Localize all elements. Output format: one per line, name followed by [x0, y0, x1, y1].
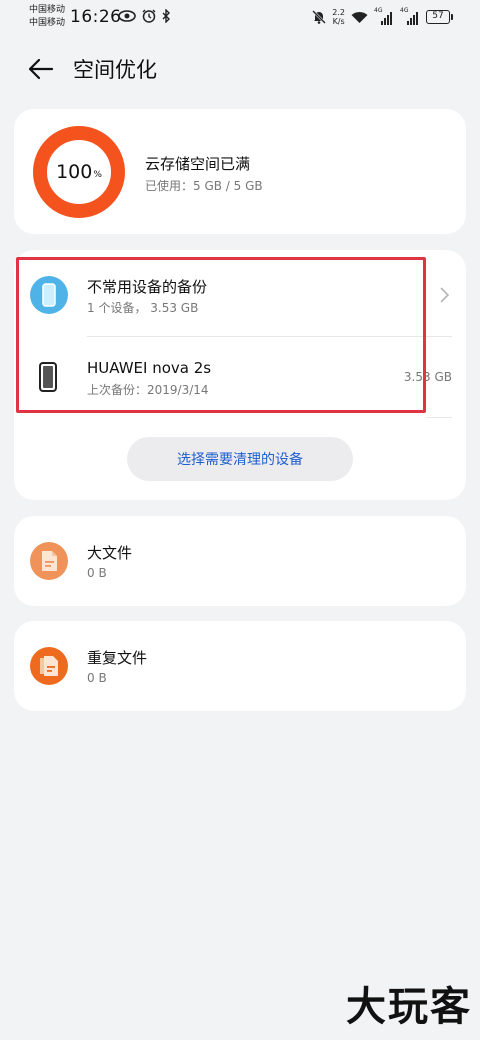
- unused-backups-row[interactable]: 不常用设备的备份 1 个设备， 3.53 GB: [14, 250, 466, 338]
- signal-2-label: 4G: [400, 7, 409, 14]
- storage-percent-unit: %: [93, 169, 102, 180]
- signal-1-label: 4G: [374, 7, 383, 14]
- phone-device-icon: [39, 362, 57, 392]
- big-files-size: 0 B: [87, 566, 107, 580]
- device-group-icon: [30, 276, 68, 314]
- device-size: 3.53 GB: [403, 370, 452, 384]
- storage-card: 100% 云存储空间已满 已使用：5 GB / 5 GB: [14, 109, 466, 234]
- select-devices-button[interactable]: 选择需要清理的设备: [127, 437, 353, 481]
- phone-icon: [42, 283, 56, 307]
- duplicate-file-icon: [30, 647, 68, 685]
- mute-icon: [312, 10, 327, 24]
- unused-backups-title: 不常用设备的备份: [87, 278, 208, 296]
- status-right-icons: 2.2 K/s 4G 4G 57: [312, 7, 453, 26]
- row-divider-2: [426, 417, 452, 418]
- wifi-icon: [351, 11, 368, 23]
- storage-percent: 100%: [32, 125, 126, 219]
- row-divider: [87, 336, 452, 337]
- big-files-title: 大文件: [87, 544, 133, 562]
- duplicate-files-title: 重复文件: [87, 649, 148, 667]
- signal-2: 4G: [400, 7, 420, 25]
- carrier-label-2: 中国移动: [29, 18, 66, 28]
- signal-1: 4G: [374, 7, 394, 25]
- net-speed-unit: K/s: [332, 17, 345, 26]
- bluetooth-icon: [162, 9, 170, 23]
- eye-icon: [118, 10, 136, 22]
- storage-percent-value: 100: [56, 161, 93, 183]
- watermark-logo: 大玩客: [346, 983, 472, 1030]
- network-speed: 2.2 K/s: [332, 8, 345, 26]
- device-last-backup: 上次备份：2019/3/14: [87, 383, 209, 397]
- storage-usage: 已使用：5 GB / 5 GB: [145, 179, 263, 193]
- unused-backups-sub: 1 个设备， 3.53 GB: [87, 301, 199, 315]
- status-time: 16:26: [70, 7, 122, 27]
- storage-title: 云存储空间已满: [145, 155, 251, 173]
- page-header: 空间优化: [0, 48, 480, 92]
- big-file-icon: [30, 542, 68, 580]
- duplicate-document-icon: [40, 656, 58, 676]
- status-bar: 中国移动 中国移动 16:26 2.2 K/s 4G 4G 57: [0, 0, 480, 36]
- carrier-label-1: 中国移动: [29, 5, 66, 15]
- back-arrow-icon[interactable]: [26, 54, 56, 84]
- device-name: HUAWEI nova 2s: [87, 359, 212, 377]
- duplicate-files-size: 0 B: [87, 671, 107, 685]
- chevron-right-icon: [440, 287, 450, 303]
- device-row[interactable]: HUAWEI nova 2s 上次备份：2019/3/14 3.53 GB: [14, 338, 466, 418]
- battery-indicator: 57: [426, 10, 453, 24]
- status-left-icons: [118, 9, 171, 23]
- page-title: 空间优化: [73, 58, 157, 82]
- devices-card: 不常用设备的备份 1 个设备， 3.53 GB HUAWEI nova 2s 上…: [14, 250, 466, 500]
- big-files-card[interactable]: 大文件 0 B: [14, 516, 466, 606]
- carrier-labels: 中国移动 中国移动: [29, 4, 65, 30]
- document-icon: [42, 551, 57, 571]
- net-speed-value: 2.2: [332, 8, 345, 17]
- duplicate-files-card[interactable]: 重复文件 0 B: [14, 621, 466, 711]
- alarm-icon: [142, 9, 156, 23]
